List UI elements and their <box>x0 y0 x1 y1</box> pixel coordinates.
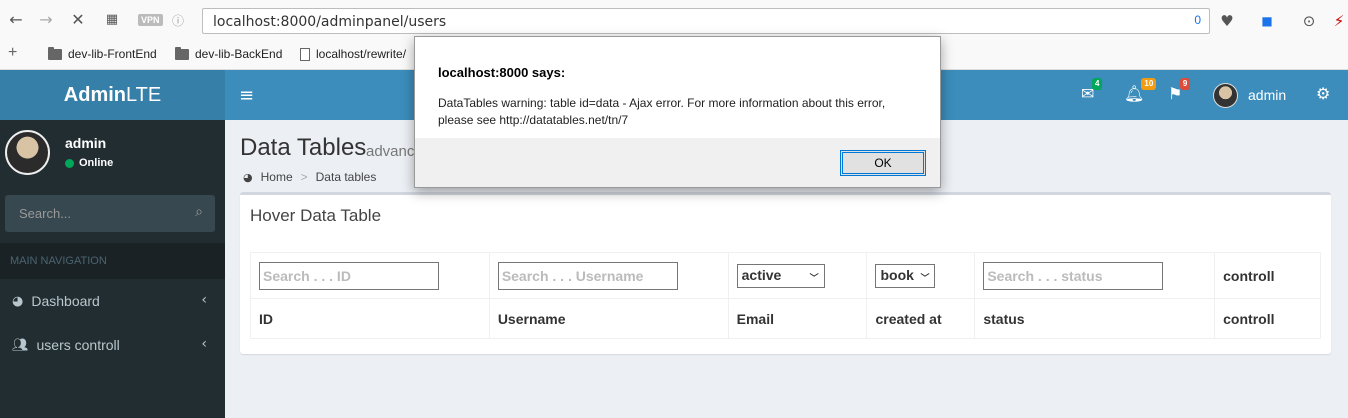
chevron-down-icon: ﹀ <box>920 273 930 284</box>
chevron-left-icon: ‹ <box>201 336 207 352</box>
mail-count-badge: 4 <box>1091 78 1103 90</box>
header-username[interactable]: admin <box>1248 87 1286 103</box>
user-avatar <box>5 130 50 175</box>
forward-icon[interactable]: → <box>36 10 56 30</box>
bell-icon[interactable]: 🔔︎ 10 <box>1124 78 1157 103</box>
logo-rest: LTE <box>126 84 162 106</box>
filter-cell: book ﹀ <box>866 252 976 299</box>
notification-count-badge: 10 <box>1141 78 1157 90</box>
status-search-input[interactable] <box>983 261 1164 290</box>
mail-icon[interactable]: ✉ 4 <box>1081 78 1103 103</box>
folder-icon <box>175 46 189 60</box>
created-at-select[interactable]: book ﹀ <box>875 263 936 288</box>
bookmark-item[interactable]: dev-lib-BackEnd <box>175 46 283 61</box>
ok-button[interactable]: OK <box>840 150 926 176</box>
search-input[interactable]: Search... <box>19 206 71 221</box>
filter-row: active ﹀ book ﹀ controll <box>250 252 1321 299</box>
url-text[interactable]: localhost:8000/adminpanel/users <box>213 14 446 30</box>
download-icon[interactable]: ⊙ <box>1298 10 1320 32</box>
column-header-status[interactable]: status <box>974 298 1216 339</box>
filter-cell <box>488 252 729 299</box>
folder-icon <box>48 46 62 60</box>
alert-dialog: localhost:8000 says: DataTables warning:… <box>414 36 941 188</box>
dashboard-icon: ◕ <box>243 170 253 184</box>
add-bookmark-icon[interactable]: + <box>8 44 17 62</box>
sidebar-item-label: users controll <box>36 337 120 353</box>
column-header-id[interactable]: ID <box>250 298 490 339</box>
site-info-icon[interactable]: ⓘ <box>168 11 188 31</box>
dashboard-icon: ◕ <box>12 293 24 309</box>
flag-icon[interactable]: ⚑ 9 <box>1168 78 1191 103</box>
column-header-username[interactable]: Username <box>488 298 729 339</box>
task-count-badge: 9 <box>1179 78 1191 90</box>
breadcrumb-home[interactable]: Home <box>261 170 293 184</box>
page-icon <box>300 47 310 61</box>
logo-bold: Admin <box>63 84 126 106</box>
sidebar-item-label: Dashboard <box>31 293 100 309</box>
bookmark-label: dev-lib-BackEnd <box>195 47 283 61</box>
sidebar-username: admin <box>65 135 107 151</box>
warning-icon[interactable]: ⚡ <box>1328 10 1348 32</box>
filter-cell <box>974 252 1216 299</box>
dialog-footer: OK <box>415 138 940 187</box>
data-table: active ﹀ book ﹀ controll ID Username Email… <box>250 252 1321 339</box>
extension-icon[interactable]: ■ <box>1256 10 1278 32</box>
search-icon[interactable]: ⌕ <box>195 204 203 220</box>
heart-icon[interactable]: ♥ <box>1216 10 1238 32</box>
online-status: Online <box>65 157 113 169</box>
dialog-title: localhost:8000 says: <box>438 65 566 80</box>
breadcrumb-current: Data tables <box>315 170 377 184</box>
chevron-left-icon: ‹ <box>201 292 207 308</box>
page-title: Data Tables <box>240 134 367 161</box>
sidebar-search[interactable]: Search... ⌕ <box>5 195 215 232</box>
column-header-created-at[interactable]: created at <box>866 298 976 339</box>
username-search-input[interactable] <box>497 261 678 290</box>
bookmark-label: localhost/rewrite/ <box>316 47 407 61</box>
data-table-box: Hover Data Table active ﹀ book ﹀ controll … <box>240 192 1331 354</box>
select-value: book <box>880 266 914 283</box>
filter-controll-label: controll <box>1214 252 1321 299</box>
apps-grid-icon[interactable]: ▦ <box>102 10 122 30</box>
select-value: active <box>741 266 782 283</box>
vpn-badge[interactable]: VPN <box>138 14 163 26</box>
column-header-controll[interactable]: controll <box>1214 298 1321 339</box>
filter-cell: active ﹀ <box>727 252 868 299</box>
bookmark-item[interactable]: dev-lib-FrontEnd <box>48 46 157 61</box>
breadcrumb: ◕ Home > Data tables <box>243 170 376 184</box>
avatar[interactable] <box>1213 83 1238 108</box>
breadcrumb-separator: > <box>300 170 308 184</box>
bookmark-item[interactable]: localhost/rewrite/ <box>300 47 406 61</box>
dialog-message: DataTables warning: table id=data - Ajax… <box>438 96 886 127</box>
bookmark-label: dev-lib-FrontEnd <box>68 47 157 61</box>
sidebar: admin Online Search... ⌕ MAIN NAVIGATION… <box>0 120 225 418</box>
app-logo[interactable]: AdminLTE <box>0 70 225 120</box>
stop-icon[interactable]: ✕ <box>68 10 88 30</box>
chevron-down-icon: ﹀ <box>809 273 819 284</box>
status-label: Online <box>79 157 114 169</box>
online-dot-icon <box>65 158 74 168</box>
column-header-email[interactable]: Email <box>727 298 868 339</box>
url-badge-count: 0 <box>1194 13 1201 27</box>
address-bar[interactable]: localhost:8000/adminpanel/users 0 <box>202 8 1210 34</box>
filter-cell <box>250 252 490 299</box>
nav-header: MAIN NAVIGATION <box>0 243 225 279</box>
sidebar-item-dashboard[interactable]: ◕ Dashboard ‹ <box>0 279 225 323</box>
sidebar-toggle-icon[interactable]: ≡ <box>239 85 254 106</box>
sidebar-item-users-controll[interactable]: 👥︎ users controll ‹ <box>0 323 225 367</box>
header-row: ID Username Email created at status cont… <box>250 298 1321 339</box>
box-title: Hover Data Table <box>250 206 382 225</box>
id-search-input[interactable] <box>259 261 439 290</box>
gears-icon[interactable]: ⚙ <box>1316 84 1330 103</box>
email-status-select[interactable]: active ﹀ <box>736 263 825 288</box>
users-icon: 👥︎ <box>12 337 29 353</box>
back-icon[interactable]: ← <box>6 10 26 30</box>
